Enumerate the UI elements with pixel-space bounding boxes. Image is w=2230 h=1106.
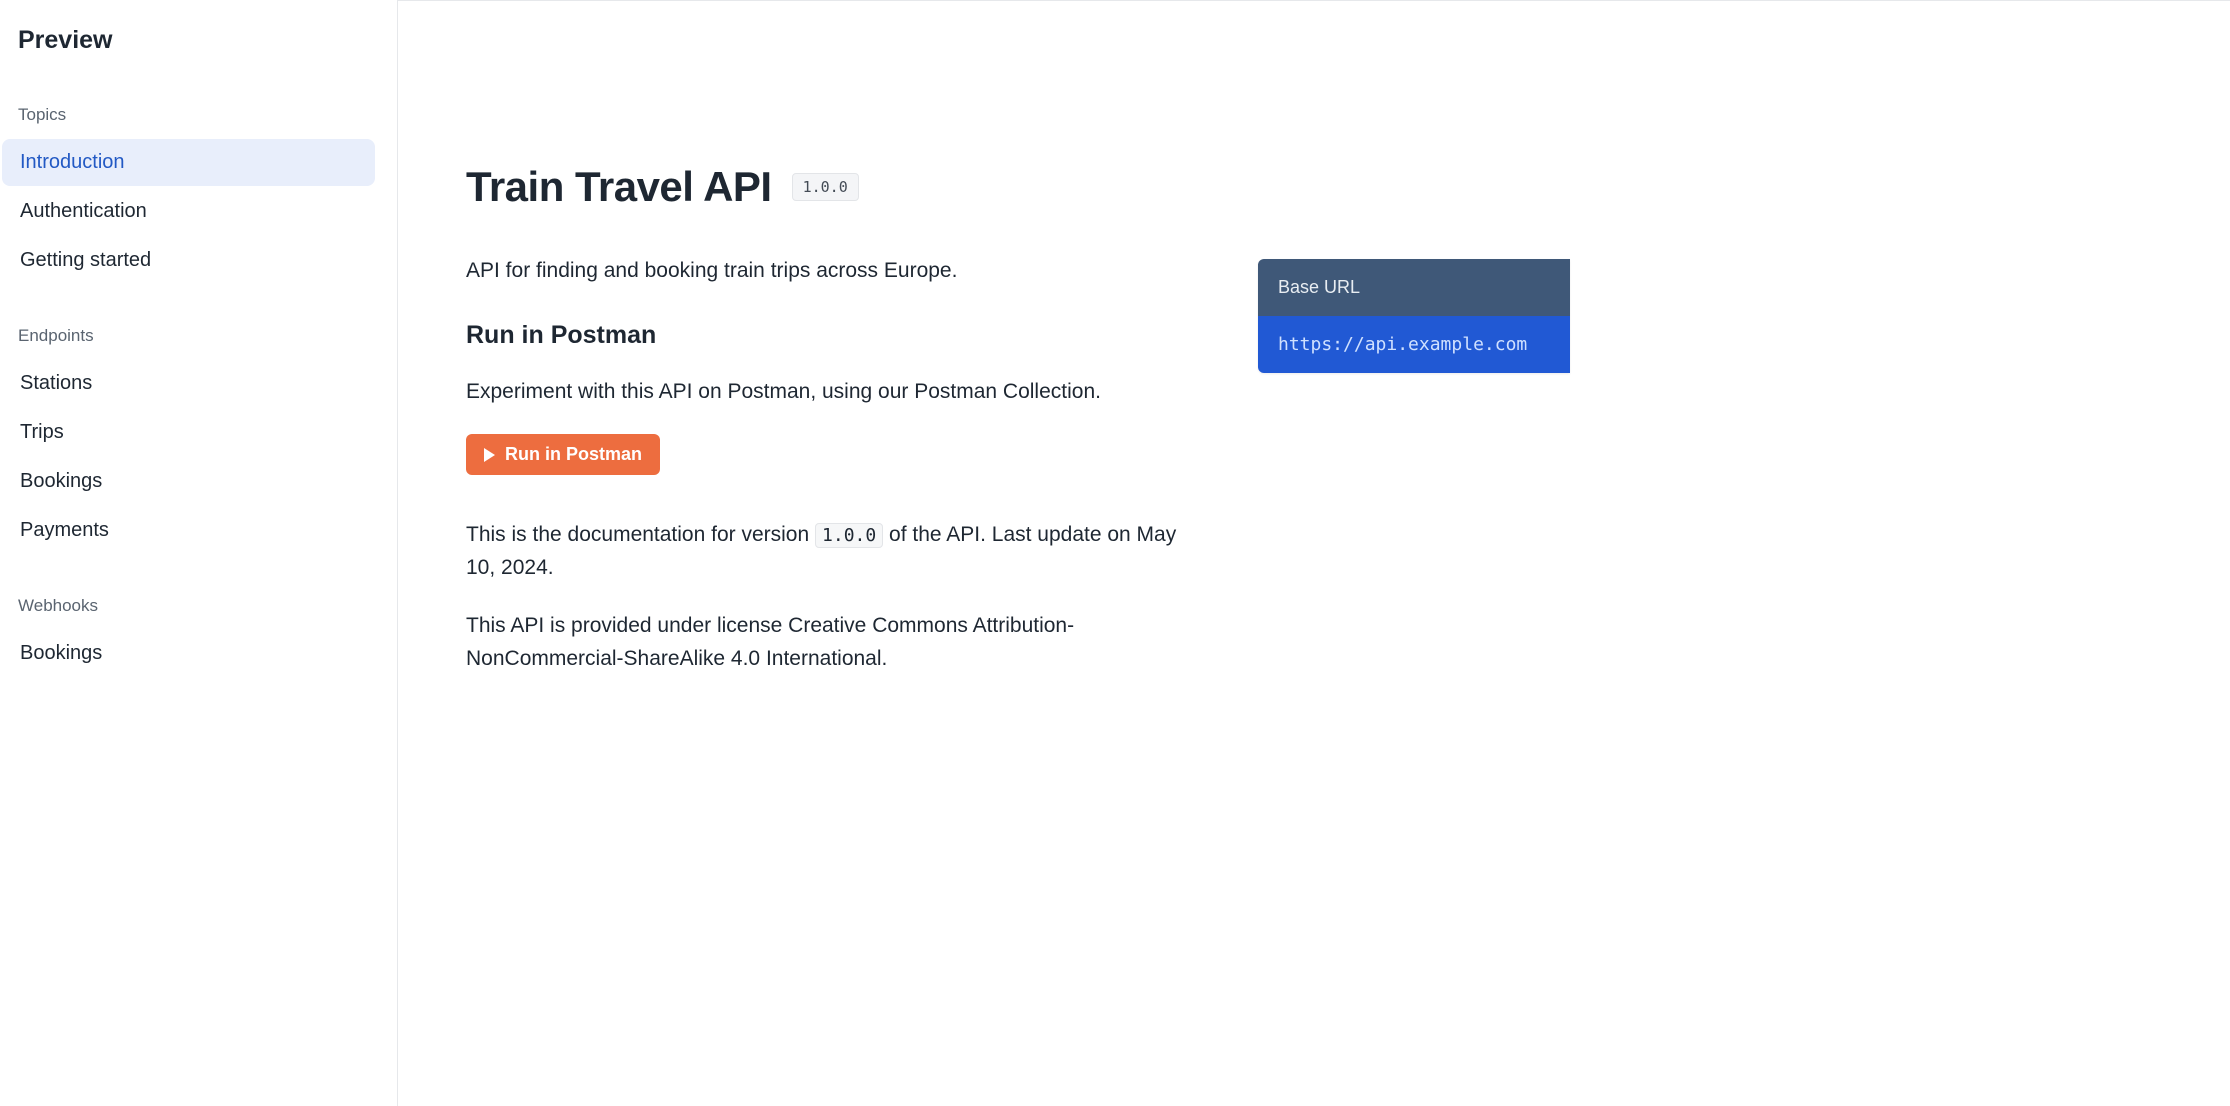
sidebar: Preview Topics Introduction Authenticati… bbox=[0, 0, 398, 1106]
nav-section-webhooks: Webhooks Bookings bbox=[0, 586, 397, 709]
nav-heading: Webhooks bbox=[0, 586, 397, 628]
postman-button-label: Run in Postman bbox=[505, 444, 642, 465]
sidebar-item-introduction[interactable]: Introduction bbox=[2, 139, 375, 186]
sidebar-item-stations[interactable]: Stations bbox=[2, 360, 375, 407]
docline-version: 1.0.0 bbox=[815, 523, 883, 548]
article: Train Travel API 1.0.0 API for finding a… bbox=[398, 75, 1218, 701]
base-url-value: https://api.example.com bbox=[1258, 316, 1570, 373]
license-text: This API is provided under license Creat… bbox=[466, 610, 1178, 675]
sidebar-item-webhook-bookings[interactable]: Bookings bbox=[2, 630, 375, 677]
docline-pre: This is the documentation for version bbox=[466, 523, 815, 546]
nav-section-endpoints: Endpoints Stations Trips Bookings Paymen… bbox=[0, 316, 397, 586]
postman-description: Experiment with this API on Postman, usi… bbox=[466, 376, 1178, 409]
play-icon bbox=[484, 448, 495, 462]
page-title: Train Travel API bbox=[466, 163, 772, 211]
sidebar-item-authentication[interactable]: Authentication bbox=[2, 188, 375, 235]
doc-version-line: This is the documentation for version 1.… bbox=[466, 519, 1178, 584]
sidebar-item-payments[interactable]: Payments bbox=[2, 507, 375, 554]
run-in-postman-button[interactable]: Run in Postman bbox=[466, 434, 660, 475]
base-url-box: Base URL https://api.example.com bbox=[1258, 259, 1570, 373]
base-url-label: Base URL bbox=[1258, 259, 1570, 316]
sidebar-item-bookings[interactable]: Bookings bbox=[2, 458, 375, 505]
nav-section-topics: Topics Introduction Authentication Getti… bbox=[0, 95, 397, 316]
intro-text: API for finding and booking train trips … bbox=[466, 255, 1178, 287]
nav-heading: Topics bbox=[0, 95, 397, 137]
version-badge: 1.0.0 bbox=[792, 173, 859, 201]
sidebar-item-getting-started[interactable]: Getting started bbox=[2, 237, 375, 284]
nav-heading: Endpoints bbox=[0, 316, 397, 358]
sidebar-title: Preview bbox=[0, 22, 397, 95]
sidebar-item-trips[interactable]: Trips bbox=[2, 409, 375, 456]
main-content: Train Travel API 1.0.0 API for finding a… bbox=[398, 0, 2230, 1106]
right-column: Base URL https://api.example.com bbox=[1258, 75, 1570, 701]
postman-heading: Run in Postman bbox=[466, 321, 1178, 350]
